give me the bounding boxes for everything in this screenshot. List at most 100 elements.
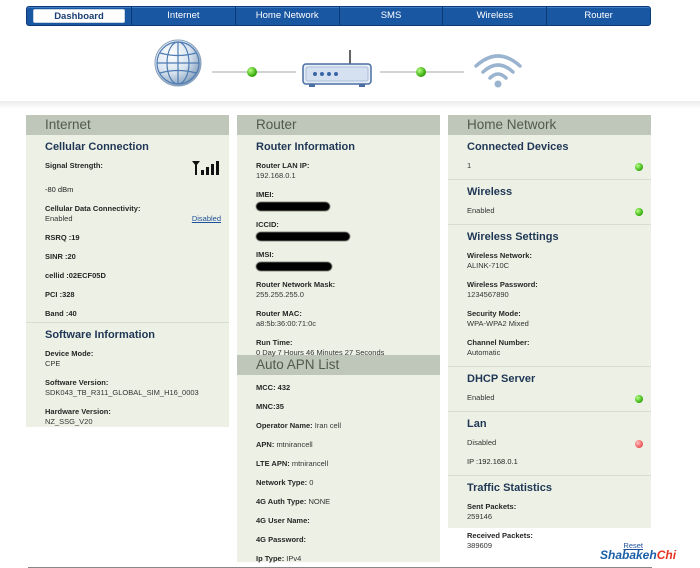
auth-type-row: 4G Auth Type: NONE — [256, 497, 432, 507]
sent-packets-label: Sent Packets: — [467, 502, 517, 511]
software-version-value: SDK043_TB_R311_GLOBAL_SIM_H16_0003 — [45, 388, 199, 397]
internet-panel: Internet Cellular Connection Signal Stre… — [26, 115, 229, 427]
cellular-data-label: Cellular Data Connectivity: — [45, 204, 141, 213]
lte-apn-row: LTE APN: mtnirancell — [256, 459, 432, 469]
lte-apn-label: LTE APN: — [256, 459, 290, 468]
dhcp-server-title: DHCP Server — [467, 373, 536, 385]
hardware-version-label: Hardware Version: — [45, 407, 111, 416]
tab-home-network[interactable]: Home Network — [234, 7, 339, 25]
router-information-section: Router Information Router LAN IP: 192.16… — [237, 135, 440, 358]
wireless-network-row: Wireless Network: ALINK-710C — [467, 251, 643, 271]
router-mac-row: Router MAC: a8:5b:36:00:71:0c — [256, 309, 432, 329]
watermark-text: Shabakeh — [600, 548, 657, 562]
wireless-network-label: Wireless Network: — [467, 251, 532, 260]
cellid-value: cellid :02ECF05D — [45, 271, 106, 280]
software-information-section: Software Information Device Mode: CPE So… — [26, 323, 229, 444]
operator-label: Operator Name: — [256, 421, 313, 430]
router-mac-label: Router MAC: — [256, 309, 302, 318]
cellular-data-row: Cellular Data Connectivity: Enabled Disa… — [45, 204, 221, 224]
ip-type-value: IPv4 — [286, 554, 302, 563]
wireless-password-value: 1234567890 — [467, 290, 509, 299]
signal-strength-label: Signal Strength: — [45, 161, 103, 170]
user-name-label: 4G User Name: — [256, 516, 310, 525]
connected-devices-row: 1 — [467, 161, 643, 171]
internet-status-dot — [247, 67, 257, 77]
lte-apn-value: mtnirancell — [291, 459, 329, 468]
sinr-value: SINR :20 — [45, 252, 76, 261]
auth-type-value: NONE — [308, 497, 331, 506]
dhcp-server-row: Enabled — [467, 393, 643, 403]
router-panel: Router Router Information Router LAN IP:… — [237, 115, 440, 563]
run-time-row: Run Time: 0 Day 7 Hours 46 Minutes 27 Se… — [256, 338, 432, 358]
tab-router[interactable]: Router — [546, 7, 650, 25]
dhcp-status-dot — [635, 395, 643, 403]
network-type-row: Network Type: 0 — [256, 478, 432, 488]
operator-value: Iran cell — [314, 421, 342, 430]
channel-number-label: Channel Number: — [467, 338, 530, 347]
rsrq-value: RSRQ :19 — [45, 233, 80, 242]
run-time-label: Run Time: — [256, 338, 293, 347]
wireless-settings-section: Wireless Settings Wireless Network: ALIN… — [448, 225, 651, 367]
home-network-panel: Home Network Connected Devices 1 Wireles… — [448, 115, 651, 550]
tab-sms[interactable]: SMS — [338, 7, 443, 25]
wireless-title: Wireless — [467, 186, 513, 198]
router-lan-ip-value: 192.168.0.1 — [256, 171, 296, 180]
traffic-statistics-section: Traffic Statistics Sent Packets: 259146 … — [448, 476, 651, 559]
connected-devices-count: 1 — [467, 161, 472, 170]
wireless-settings-title: Wireless Settings — [467, 231, 559, 243]
device-mode-label: Device Mode: — [45, 349, 94, 358]
device-mode-row: Device Mode: CPE — [45, 349, 221, 369]
iccid-label: ICCID: — [256, 220, 279, 229]
network-type-label: Network Type: — [256, 478, 308, 487]
cellular-connection-title: Cellular Connection — [45, 141, 149, 153]
apn-row: APN: mtnirancell — [256, 440, 432, 450]
disable-data-link[interactable]: Disabled — [192, 214, 221, 224]
imsi-row: IMSI: — [256, 250, 432, 271]
software-version-label: Software Version: — [45, 378, 109, 387]
wireless-row: Enabled — [467, 206, 643, 216]
auto-apn-header: Auto APN List — [237, 355, 440, 375]
network-mask-row: Router Network Mask: 255.255.255.0 — [256, 280, 432, 300]
mnc-value: MNC:35 — [256, 402, 284, 411]
tab-internet[interactable]: Internet — [131, 7, 235, 25]
internet-panel-header: Internet — [26, 115, 229, 135]
diagram-divider — [0, 101, 700, 109]
apn-value: mtnirancell — [276, 440, 313, 449]
received-packets-label: Received Packets: — [467, 531, 533, 540]
globe-icon — [154, 39, 202, 87]
wireless-section: Wireless Enabled — [448, 180, 651, 225]
cellular-connection-section: Cellular Connection Signal Strength: -80… — [26, 135, 229, 323]
software-version-row: Software Version: SDK043_TB_R311_GLOBAL_… — [45, 378, 221, 398]
signal-bars-icon — [192, 161, 219, 175]
mcc-value: MCC: 432 — [256, 383, 291, 392]
password-label: 4G Password: — [256, 535, 307, 544]
signal-strength-row: Signal Strength: — [45, 161, 221, 175]
apn-label: APN: — [256, 440, 275, 449]
traffic-statistics-title: Traffic Statistics — [467, 482, 552, 494]
operator-row: Operator Name: Iran cell — [256, 421, 432, 431]
connected-devices-title: Connected Devices — [467, 141, 569, 153]
devices-status-dot — [635, 163, 643, 171]
ip-type-label: Ip Type: — [256, 554, 285, 563]
ip-type-row: Ip Type: IPv4 — [256, 554, 432, 564]
lan-section: Lan Disabled IP :192.168.0.1 — [448, 412, 651, 476]
router-icon — [302, 50, 372, 87]
wireless-password-row: Wireless Password: 1234567890 — [467, 280, 643, 300]
lan-row: Disabled — [467, 438, 643, 448]
tab-dashboard[interactable]: Dashboard — [33, 9, 125, 23]
device-mode-value: CPE — [45, 359, 61, 368]
tab-wireless[interactable]: Wireless — [442, 7, 546, 25]
router-panel-header: Router — [237, 115, 440, 135]
hardware-version-value: NZ_SSG_V20 — [45, 417, 93, 426]
watermark-accent: Chi — [656, 548, 677, 562]
pci-value: PCI :328 — [45, 290, 75, 299]
imsi-redacted — [256, 262, 332, 271]
watermark-logo: ShabakehChi — [600, 548, 676, 562]
security-mode-label: Security Mode: — [467, 309, 521, 318]
imei-redacted — [256, 202, 330, 211]
auto-apn-section: MCC: 432 MNC:35 Operator Name: Iran cell… — [237, 375, 440, 568]
imei-row: IMEI: — [256, 190, 432, 211]
dhcp-server-status: Enabled — [467, 393, 495, 402]
security-mode-value: WPA-WPA2 Mixed — [467, 319, 529, 328]
wireless-network-value: ALINK-710C — [467, 261, 510, 270]
